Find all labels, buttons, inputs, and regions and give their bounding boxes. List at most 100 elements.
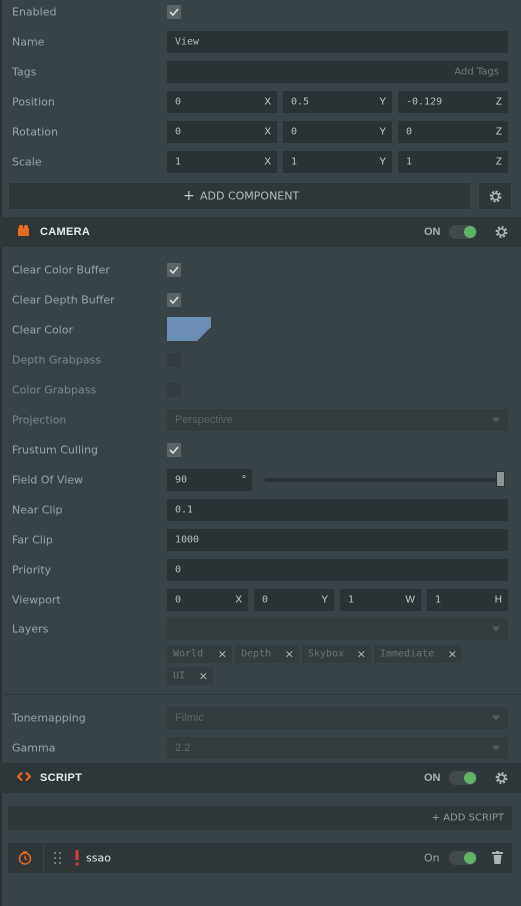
scale-y-input[interactable]: 1 Y [283,151,392,173]
layers-label: Layers [12,622,49,636]
remove-layer-button[interactable]: × [448,648,457,661]
rotation-z-input[interactable]: 0 Z [398,121,508,143]
position-row: Position 0 X 0.5 Y -0.129 Z [0,87,521,117]
depth-grabpass-row: Depth Grabpass [0,345,521,375]
layer-tag-world: World × [167,645,232,663]
clear-color-buffer-label: Clear Color Buffer [12,263,110,277]
layer-tag-label: World [173,648,204,660]
fov-slider-track[interactable] [265,478,501,482]
layer-tag-ui: UI × [167,667,213,685]
fov-unit: ° [242,474,246,486]
layers-select[interactable] [167,618,508,640]
position-y-input[interactable]: 0.5 Y [283,91,392,113]
camera-title: CAMERA [40,226,91,238]
far-clip-row: Far Clip 1000 [0,525,521,555]
near-clip-label: Near Clip [12,503,63,517]
remove-layer-button[interactable]: × [285,648,294,661]
near-clip-input[interactable]: 0.1 [167,499,508,521]
clear-color-swatch[interactable] [167,317,211,341]
color-grabpass-row: Color Grabpass [0,375,521,405]
viewport-h-input[interactable]: 1 H [427,589,508,611]
add-component-button[interactable]: + ADD COMPONENT [8,182,471,210]
scale-y-value: 1 [291,156,298,168]
layer-tag-skybox: Skybox × [302,645,371,663]
chevron-down-icon [492,626,500,632]
script-on-label: ON [424,772,441,784]
add-component-label: ADD COMPONENT [200,189,300,203]
layer-tag-label: Skybox [308,648,345,660]
axis-z-label: Z [495,96,502,108]
projection-row: Projection Perspective [0,405,521,435]
trash-icon[interactable] [492,851,503,864]
script-item: ssao On [8,843,512,873]
axis-h-label: H [494,594,502,606]
position-x-input[interactable]: 0 X [167,91,277,113]
tags-input[interactable]: Add Tags [167,61,508,83]
camera-enabled-toggle[interactable] [449,225,477,239]
script-enabled-toggle[interactable] [449,771,477,785]
fov-input[interactable]: 90 ° [167,469,252,491]
rotation-y-value: 0 [291,126,298,138]
gamma-value: 2.2 [175,742,191,754]
script-item-name: ssao [86,851,111,865]
rotation-z-value: 0 [406,126,413,138]
axis-x-label: X [264,156,271,168]
camera-on-label: ON [424,226,441,238]
script-header[interactable]: SCRIPT ON [0,763,521,793]
near-clip-row: Near Clip 0.1 [0,495,521,525]
clear-color-label: Clear Color [12,323,73,337]
scale-x-input[interactable]: 1 X [167,151,277,173]
name-input[interactable]: View [167,31,508,53]
layer-tag-immediate: Immediate × [374,645,462,663]
viewport-w-input[interactable]: 1 W [340,589,421,611]
drag-handle-icon[interactable] [54,852,63,865]
remove-layer-button[interactable]: × [218,648,227,661]
rotation-y-input[interactable]: 0 Y [283,121,392,143]
viewport-y-value: 0 [262,594,269,606]
projection-select[interactable]: Perspective [167,409,508,431]
far-clip-input[interactable]: 1000 [167,529,508,551]
clear-color-buffer-checkbox[interactable] [167,263,181,277]
priority-row: Priority 0 [0,555,521,585]
depth-grabpass-checkbox[interactable] [167,353,181,367]
enabled-checkbox[interactable] [167,5,181,19]
rotation-x-input[interactable]: 0 X [167,121,277,143]
frustum-culling-checkbox[interactable] [167,443,181,457]
script-asset-icon[interactable] [18,851,32,865]
scale-z-input[interactable]: 1 Z [398,151,508,173]
add-script-button[interactable]: + ADD SCRIPT [8,806,512,830]
clear-depth-buffer-checkbox[interactable] [167,293,181,307]
gear-icon[interactable] [494,225,509,240]
script-item-on-label: On [424,851,440,865]
remove-layer-button[interactable]: × [199,670,208,683]
camera-header[interactable]: CAMERA ON [0,217,521,247]
priority-value: 0 [175,564,182,576]
entity-settings-button[interactable] [478,182,512,210]
rotation-row: Rotation 0 X 0 Y 0 Z [0,117,521,147]
viewport-label: Viewport [12,593,61,607]
position-z-input[interactable]: -0.129 Z [398,91,508,113]
axis-y-label: Y [379,96,386,108]
clear-color-row: Clear Color [0,315,521,345]
code-icon [16,771,32,785]
viewport-x-input[interactable]: 0 X [167,589,248,611]
gear-icon [489,190,502,203]
remove-layer-button[interactable]: × [357,648,366,661]
gear-icon[interactable] [494,771,509,786]
projection-value: Perspective [175,414,233,426]
axis-y-label: Y [379,126,386,138]
script-title: SCRIPT [40,772,83,784]
position-y-value: 0.5 [291,96,310,108]
priority-input[interactable]: 0 [167,559,508,581]
gamma-select[interactable]: 2.2 [167,737,508,759]
far-clip-value: 1000 [175,534,200,546]
tonemapping-select[interactable]: Filmic [167,707,508,729]
enabled-row: Enabled [0,0,521,27]
color-grabpass-checkbox[interactable] [167,383,181,397]
script-item-toggle[interactable] [449,851,477,865]
tags-placeholder: Add Tags [454,66,499,78]
axis-z-label: Z [495,126,502,138]
fov-slider-handle[interactable] [496,471,505,487]
scale-z-value: 1 [406,156,413,168]
viewport-y-input[interactable]: 0 Y [254,589,334,611]
